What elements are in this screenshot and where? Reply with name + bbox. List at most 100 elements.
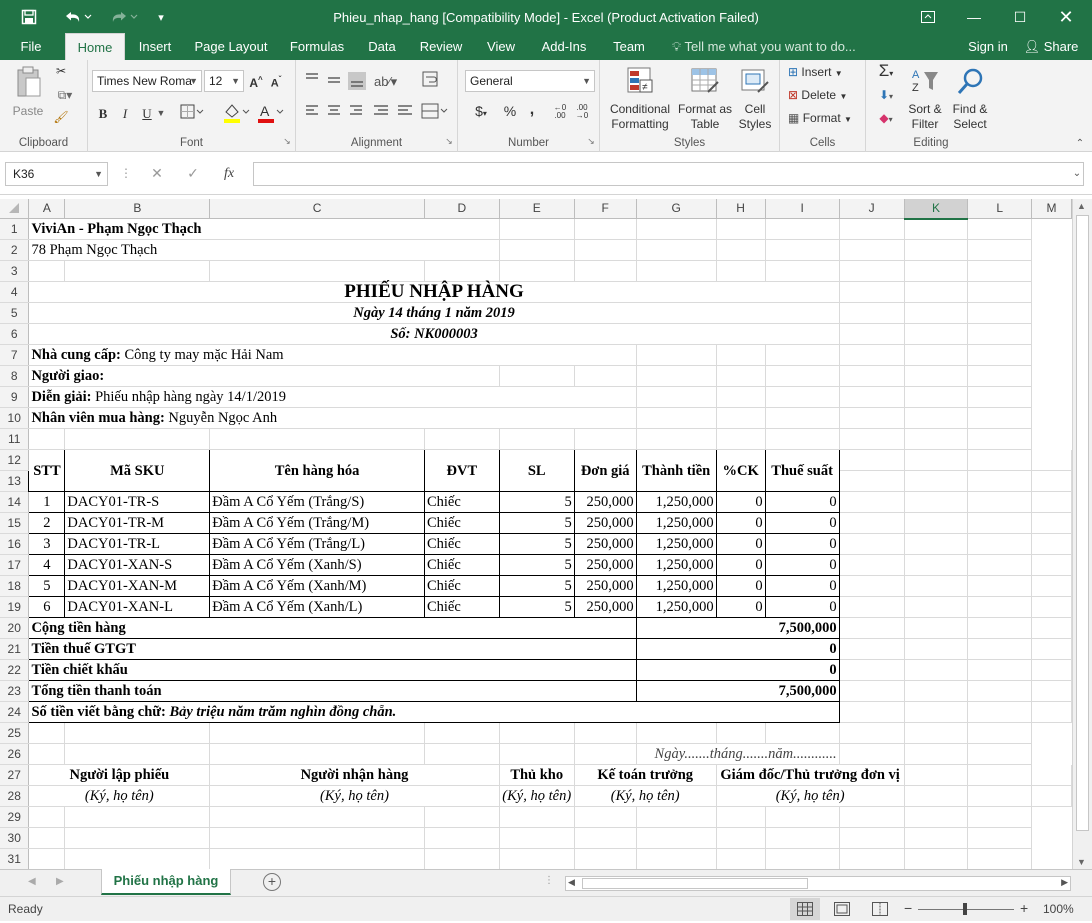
zoom-in-icon[interactable]: + xyxy=(1020,900,1028,916)
tab-add-ins[interactable]: Add-Ins xyxy=(532,33,596,60)
expand-formula-bar-icon[interactable]: ⌄ xyxy=(1070,166,1084,181)
tab-view[interactable]: View xyxy=(478,33,524,60)
dialog-launcher-icon[interactable]: ↘ xyxy=(586,134,596,149)
sku-cell[interactable]: DACY01-XAN-S xyxy=(64,554,211,576)
qty-cell[interactable]: 5 xyxy=(498,491,575,513)
row-header[interactable]: 13 xyxy=(0,470,30,492)
unit-cell[interactable]: Chiếc xyxy=(423,575,500,597)
share-button[interactable]: 👤︎ Share xyxy=(1016,33,1086,60)
header-name[interactable]: Tên hàng hóa xyxy=(209,449,425,492)
document-date[interactable]: Ngày 14 tháng 1 năm 2019 xyxy=(28,302,840,324)
row-header[interactable]: 11 xyxy=(0,428,30,450)
worksheet-grid[interactable]: A B C D E F G H I J K L M 1 ViviAn - Phạm… xyxy=(0,199,1072,869)
sort-filter-button[interactable]: AZ Sort & Filter xyxy=(904,64,946,132)
vertical-scrollbar[interactable]: ▲ ▼ xyxy=(1072,199,1092,869)
scroll-left-icon[interactable]: ◀ xyxy=(568,877,575,888)
redo-icon[interactable] xyxy=(106,6,142,28)
italic-button[interactable]: I xyxy=(118,106,132,121)
supplier-cell[interactable]: Nhà cung cấp: Công ty may mặc Hải Nam xyxy=(28,344,575,366)
alignment-icons[interactable]: ab⁄▾ xyxy=(304,70,434,130)
grand-total-label[interactable]: Tổng tiền thanh toán xyxy=(28,680,637,702)
row-header[interactable]: 15 xyxy=(0,512,30,534)
delete-cells-button[interactable]: ⊠ Delete ▼ xyxy=(788,88,862,104)
tax-cell[interactable]: 0 xyxy=(764,491,840,513)
stt-cell[interactable]: 1 xyxy=(28,491,66,513)
subtotal-label[interactable]: Cộng tiền hàng xyxy=(28,617,637,639)
price-cell[interactable]: 250,000 xyxy=(573,596,637,618)
row-header[interactable]: 9 xyxy=(0,386,30,408)
company-name[interactable]: ViviAn - Phạm Ngọc Thạch xyxy=(28,218,425,240)
increase-font-icon[interactable]: A^ xyxy=(248,72,264,91)
unit-cell[interactable]: Chiếc xyxy=(423,533,500,555)
vat-label[interactable]: Tiền thuế GTGT xyxy=(28,638,637,660)
font-color-icon[interactable]: A xyxy=(256,102,284,124)
bold-button[interactable]: B xyxy=(96,106,110,121)
sign-note[interactable]: (Ký, họ tên) xyxy=(209,785,500,807)
column-header-j[interactable]: J xyxy=(839,199,905,219)
signer-director[interactable]: Giám đốc/Thủ trưởng đơn vị xyxy=(716,764,905,786)
column-header-a[interactable]: A xyxy=(28,199,66,219)
dialog-launcher-icon[interactable]: ↘ xyxy=(444,134,454,149)
qty-cell[interactable]: 5 xyxy=(498,596,575,618)
header-tax[interactable]: Thuế suất xyxy=(764,449,840,492)
close-icon[interactable]: ✕ xyxy=(1046,4,1086,30)
decrease-decimal-icon[interactable]: .00 →0 xyxy=(572,104,592,120)
row-header[interactable]: 17 xyxy=(0,554,30,576)
cut-icon[interactable]: ✂ xyxy=(52,64,70,82)
stt-cell[interactable]: 5 xyxy=(28,575,66,597)
cell-styles-button[interactable]: Cell Styles xyxy=(734,64,776,132)
product-name-cell[interactable]: Đầm A Cổ Yếm (Trắng/S) xyxy=(209,491,425,513)
unit-cell[interactable]: Chiếc xyxy=(423,491,500,513)
tax-cell[interactable]: 0 xyxy=(764,512,840,534)
discount-total-value[interactable]: 0 xyxy=(635,659,840,681)
row-header[interactable]: 26 xyxy=(0,743,30,765)
vertical-scroll-thumb[interactable] xyxy=(1076,215,1089,831)
price-cell[interactable]: 250,000 xyxy=(573,554,637,576)
row-header[interactable]: 30 xyxy=(0,827,30,849)
discount-cell[interactable]: 0 xyxy=(715,491,766,513)
formula-input[interactable] xyxy=(253,162,1084,186)
copy-icon[interactable]: ⧉▾ xyxy=(52,88,78,106)
column-header-e[interactable]: E xyxy=(499,199,575,219)
column-header-h[interactable]: H xyxy=(716,199,766,219)
header-price[interactable]: Đơn giá xyxy=(573,449,637,492)
customize-qat-icon[interactable]: ▾ xyxy=(152,6,170,28)
conditional-formatting-button[interactable]: ≠ Conditional Formatting xyxy=(606,64,674,132)
header-amount[interactable]: Thành tiền xyxy=(635,449,717,492)
tax-cell[interactable]: 0 xyxy=(764,575,840,597)
vat-value[interactable]: 0 xyxy=(635,638,840,660)
row-header[interactable]: 21 xyxy=(0,638,30,660)
tell-me-box[interactable]: 💡︎ Tell me what you want to do... xyxy=(672,33,856,60)
column-header-k[interactable]: K xyxy=(904,199,969,220)
decrease-font-icon[interactable]: Aˇ xyxy=(268,72,284,92)
enter-icon[interactable]: ✓ xyxy=(184,166,202,181)
discount-cell[interactable]: 0 xyxy=(715,575,766,597)
row-header[interactable]: 20 xyxy=(0,617,30,639)
row-header[interactable]: 4 xyxy=(0,281,30,303)
scroll-right-icon[interactable]: ▶ xyxy=(1061,877,1068,888)
row-header[interactable]: 23 xyxy=(0,680,30,702)
paste-button[interactable]: Paste xyxy=(8,64,48,122)
row-header[interactable]: 12 xyxy=(0,449,30,471)
tab-insert[interactable]: Insert xyxy=(130,33,180,60)
discount-cell[interactable]: 0 xyxy=(715,596,766,618)
document-number[interactable]: Số: NK000003 xyxy=(28,323,840,345)
insert-function-button[interactable]: fx xyxy=(218,166,240,181)
sign-note[interactable]: (Ký, họ tên) xyxy=(28,785,211,807)
page-layout-view-icon[interactable] xyxy=(834,902,850,919)
number-format-combo[interactable]: General ▼ xyxy=(465,70,595,92)
qty-cell[interactable]: 5 xyxy=(498,533,575,555)
ribbon-display-icon[interactable] xyxy=(908,4,948,30)
product-name-cell[interactable]: Đầm A Cổ Yếm (Xanh/M) xyxy=(209,575,425,597)
column-header-g[interactable]: G xyxy=(636,199,717,219)
font-size-combo[interactable]: 12 ▼ xyxy=(204,70,244,92)
dialog-launcher-icon[interactable]: ↘ xyxy=(282,134,292,149)
row-header[interactable]: 10 xyxy=(0,407,30,429)
prev-sheet-icon[interactable]: ◀ xyxy=(28,876,36,887)
header-sku[interactable]: Mã SKU xyxy=(64,449,211,492)
amount-cell[interactable]: 1,250,000 xyxy=(635,575,717,597)
maximize-icon[interactable]: ☐ xyxy=(1000,4,1040,30)
format-painter-icon[interactable]: 🖌︎ xyxy=(52,110,70,128)
amount-cell[interactable]: 1,250,000 xyxy=(635,554,717,576)
zoom-slider-thumb[interactable] xyxy=(963,903,967,915)
